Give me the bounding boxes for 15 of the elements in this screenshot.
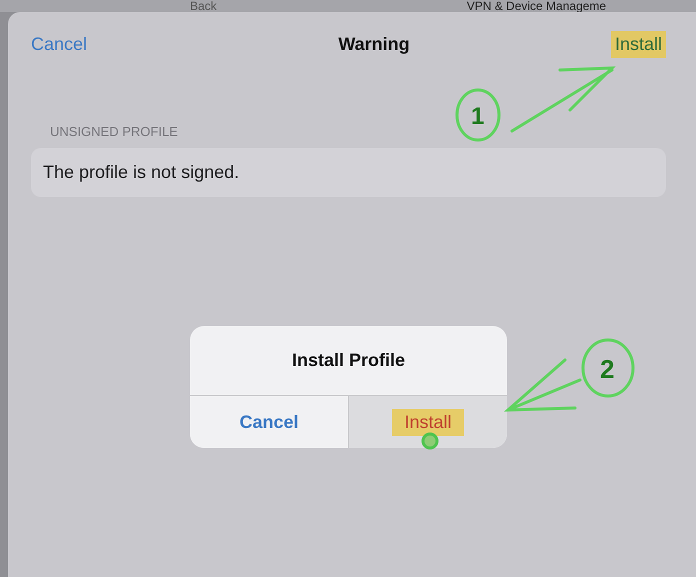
alert-button[interactable]: Install (392, 408, 464, 436)
message-row: The profile is not signed. (31, 148, 666, 196)
alert-title: Install Profile (292, 349, 406, 372)
annotation-circle (582, 338, 634, 398)
sheet-title: Warning (338, 32, 410, 56)
alert-button[interactable]: Cancel (227, 408, 311, 436)
touch-point (422, 432, 438, 450)
page-title: VPN & Device Manageme (466, 0, 606, 12)
annotation-number: 2 (600, 354, 614, 384)
install-button[interactable]: Install (610, 30, 666, 58)
section-header: UNSIGNED PROFILE (50, 124, 178, 139)
cancel-button[interactable]: Cancel (31, 30, 88, 58)
annotation-number: 1 (471, 103, 484, 130)
annotation-circle (456, 88, 500, 142)
back-link[interactable]: Back (190, 0, 217, 12)
